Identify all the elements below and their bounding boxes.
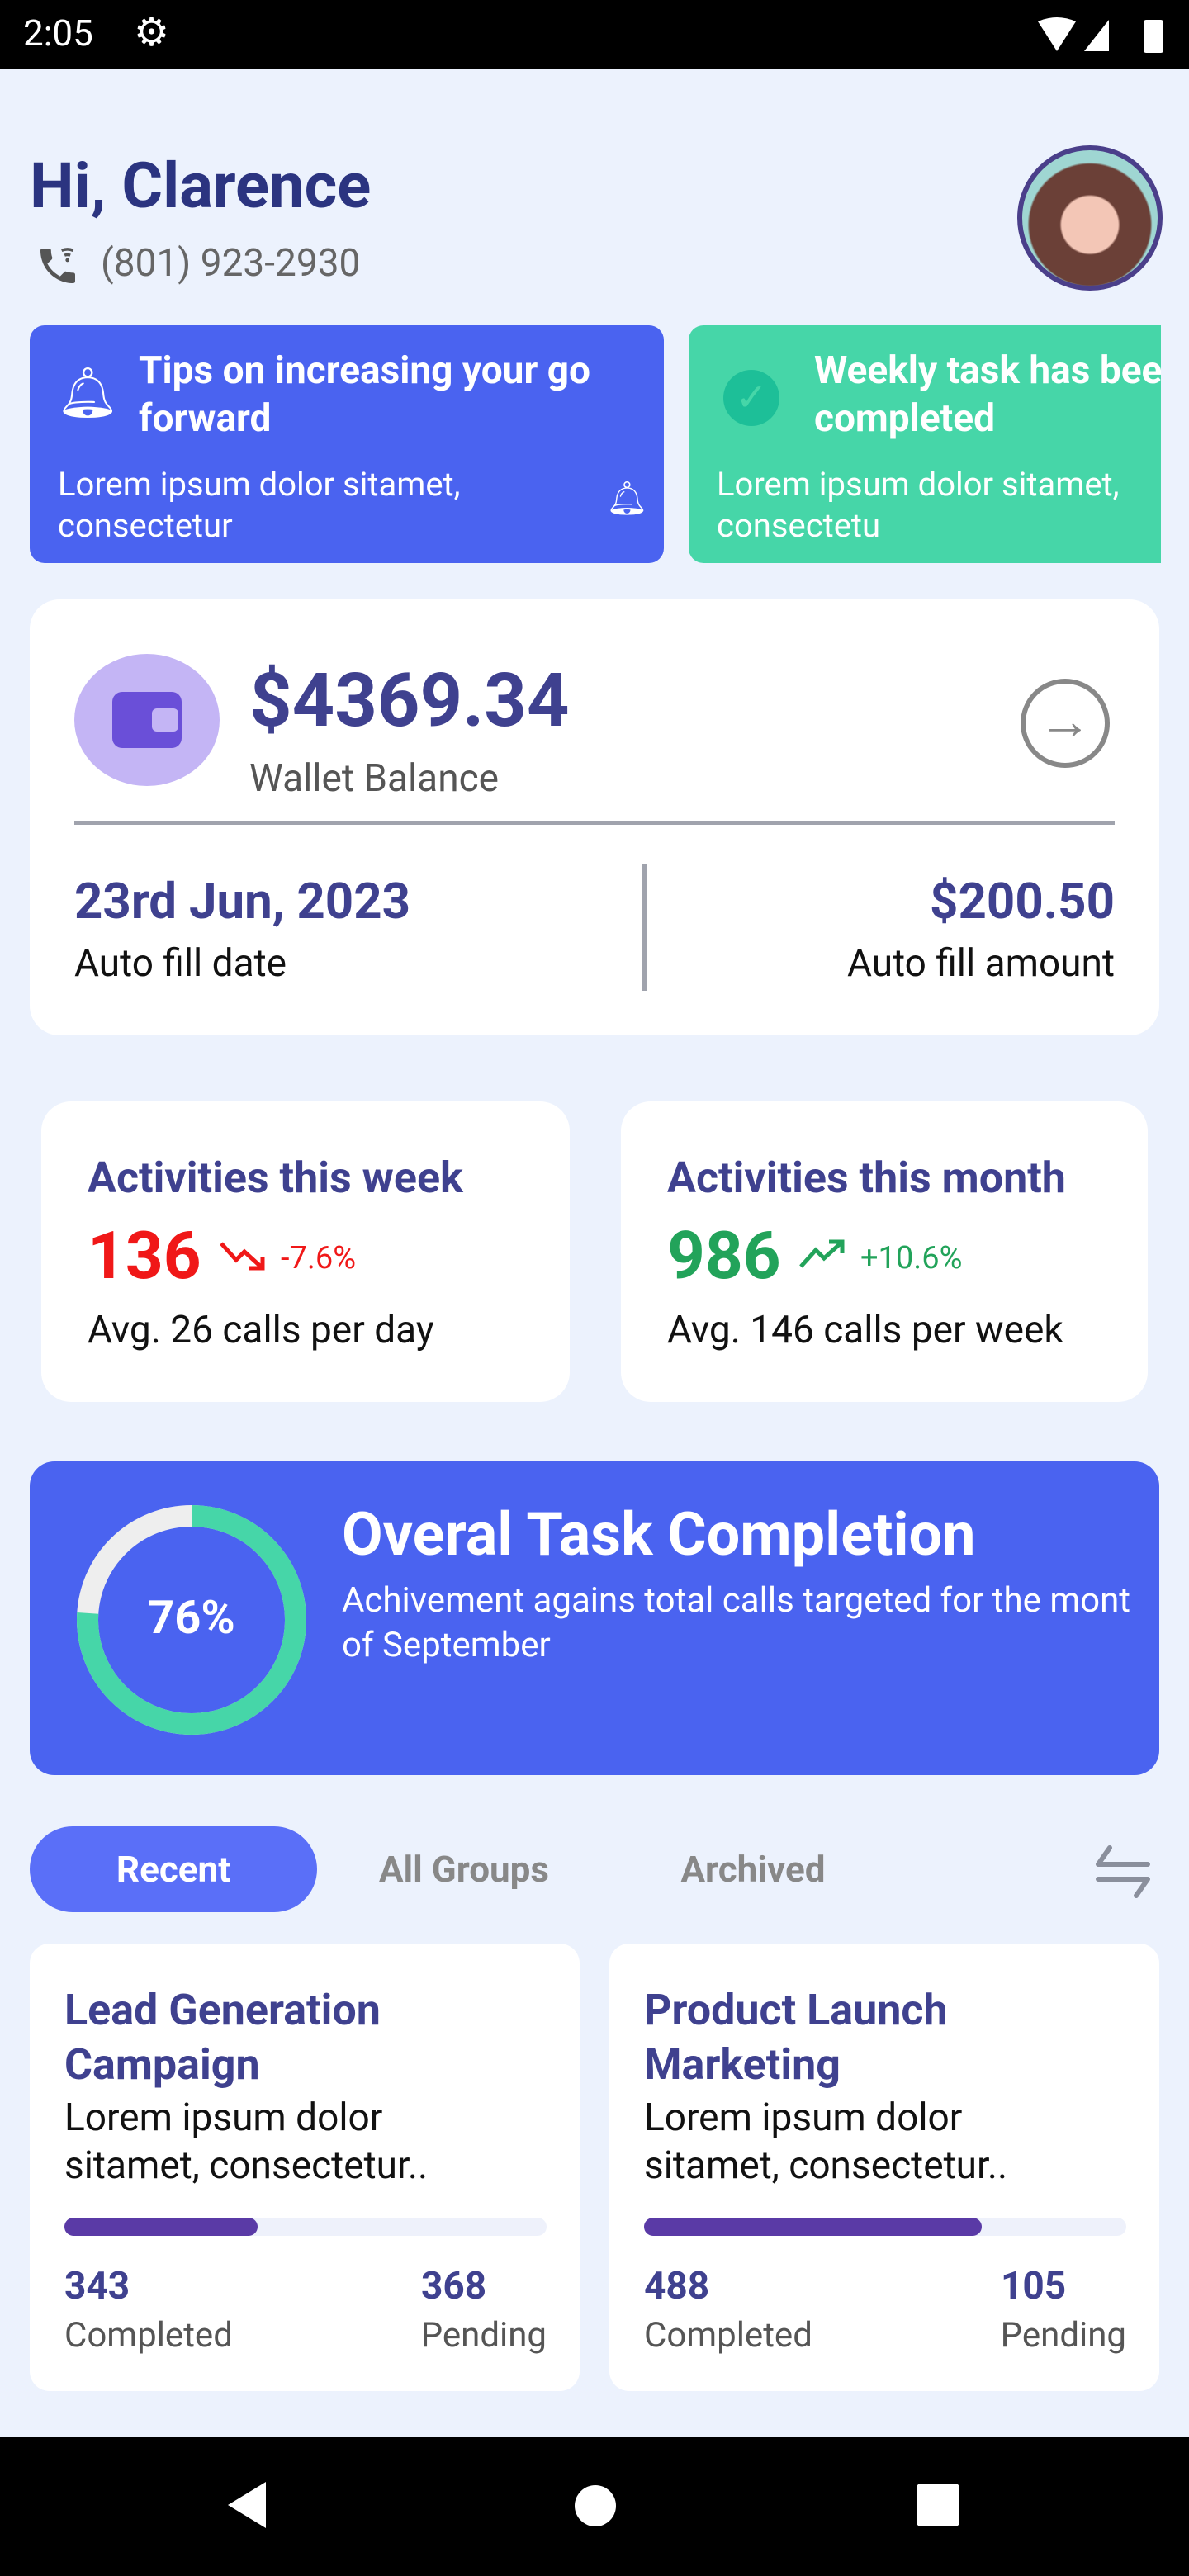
group-title: Lead Generation Campaign bbox=[64, 1985, 381, 2090]
tab-archived[interactable]: Archived bbox=[619, 1826, 887, 1912]
completion-percent: 76% bbox=[148, 1590, 235, 1645]
completed-label: Completed bbox=[644, 2315, 812, 2356]
wifi-icon bbox=[1038, 17, 1076, 51]
activity-change: -7.6% bbox=[281, 1240, 357, 1276]
greeting: Hi, Clarence bbox=[30, 149, 372, 223]
activity-title: Activities this week bbox=[88, 1153, 463, 1203]
arrow-right-icon[interactable]: → bbox=[1021, 679, 1110, 768]
tab-all-groups[interactable]: All Groups bbox=[330, 1826, 598, 1912]
completed-count: 343 bbox=[64, 2264, 130, 2308]
vertical-divider bbox=[642, 864, 647, 991]
navigation-bar bbox=[0, 2437, 1189, 2576]
group-title: Product Launch Marketing bbox=[644, 1985, 948, 2090]
activity-value: 986 bbox=[667, 1217, 781, 1295]
pending-count: 368 bbox=[421, 2264, 487, 2308]
activity-avg: Avg. 26 calls per day bbox=[88, 1308, 434, 1352]
pending-count: 105 bbox=[1001, 2264, 1067, 2308]
autofill-amount: $200.50 bbox=[930, 872, 1115, 930]
activity-card-week[interactable]: Activities this week 136 -7.6% Avg. 26 c… bbox=[41, 1101, 570, 1402]
task-completion-card[interactable]: 76% Overal Task Completion Achivement ag… bbox=[30, 1461, 1159, 1775]
recents-icon[interactable] bbox=[917, 2484, 959, 2526]
notification-title: Tips on increasing your go forward bbox=[139, 348, 590, 441]
settings-icon: ⚙ bbox=[134, 8, 170, 55]
back-icon[interactable] bbox=[225, 2479, 271, 2531]
pending-label: Pending bbox=[1000, 2315, 1126, 2356]
signal-icon bbox=[1084, 20, 1109, 51]
group-progress-bar bbox=[644, 2218, 1126, 2236]
wallet-amount: $4369.34 bbox=[249, 657, 570, 744]
activity-title: Activities this month bbox=[667, 1153, 1066, 1203]
activity-change: +10.6% bbox=[860, 1240, 963, 1276]
swap-sort-icon[interactable] bbox=[1095, 1844, 1153, 1899]
group-desc: Lorem ipsum dolor sitamet, consectetur.. bbox=[64, 2095, 429, 2188]
pending-label: Pending bbox=[420, 2315, 547, 2356]
activity-card-month[interactable]: Activities this month 986 +10.6% Avg. 14… bbox=[621, 1101, 1148, 1402]
notification-card-tips[interactable]: 🔔︎ Tips on increasing your go forward Lo… bbox=[30, 325, 664, 563]
notification-title: Weekly task has been completed bbox=[814, 348, 1161, 441]
bell-icon: 🔔︎ bbox=[56, 363, 120, 422]
completion-title: Overal Task Completion bbox=[342, 1499, 976, 1570]
home-icon[interactable] bbox=[575, 2485, 616, 2526]
completion-subtitle: Achivement agains total calls targeted f… bbox=[342, 1580, 1131, 1665]
system-status-icons bbox=[1038, 17, 1163, 53]
group-card[interactable]: Lead Generation Campaign Lorem ipsum dol… bbox=[30, 1944, 580, 2391]
phone-number: (801) 923-2930 bbox=[101, 241, 361, 286]
wallet-icon bbox=[74, 654, 220, 786]
wallet-label: Wallet Balance bbox=[249, 756, 500, 801]
notification-card-weekly[interactable]: ✓ Weekly task has been completed Lorem i… bbox=[689, 325, 1161, 563]
notification-body: Lorem ipsum dolor sitamet, consectetur bbox=[58, 465, 461, 545]
group-card[interactable]: Product Launch Marketing Lorem ipsum dol… bbox=[609, 1944, 1159, 2391]
notification-body: Lorem ipsum dolor sitamet, consectetu bbox=[717, 465, 1120, 545]
bell-small-icon: 🔔︎ bbox=[606, 479, 648, 518]
group-progress-fill bbox=[64, 2218, 258, 2236]
phone-wifi-icon bbox=[40, 248, 75, 283]
group-progress-fill bbox=[644, 2218, 982, 2236]
group-desc: Lorem ipsum dolor sitamet, consectetur.. bbox=[644, 2095, 1008, 2188]
status-bar: 2:05 ⚙ bbox=[0, 0, 1189, 69]
tab-recent[interactable]: Recent bbox=[30, 1826, 317, 1912]
check-circle-icon: ✓ bbox=[723, 370, 779, 426]
avatar[interactable] bbox=[1017, 145, 1163, 291]
divider bbox=[74, 821, 1115, 825]
battery-icon bbox=[1144, 20, 1163, 53]
autofill-amount-label: Auto fill amount bbox=[846, 941, 1115, 986]
status-time: 2:05 bbox=[23, 12, 93, 54]
autofill-date: 23rd Jun, 2023 bbox=[74, 872, 411, 930]
trend-up-icon bbox=[799, 1239, 845, 1268]
completed-label: Completed bbox=[64, 2315, 233, 2356]
activity-avg: Avg. 146 calls per week bbox=[667, 1308, 1063, 1352]
activity-value: 136 bbox=[88, 1217, 201, 1295]
autofill-date-label: Auto fill date bbox=[74, 941, 287, 986]
completed-count: 488 bbox=[644, 2264, 710, 2308]
wallet-card[interactable]: $4369.34 Wallet Balance → 23rd Jun, 2023… bbox=[30, 599, 1159, 1035]
group-progress-bar bbox=[64, 2218, 547, 2236]
trend-down-icon bbox=[220, 1242, 265, 1271]
